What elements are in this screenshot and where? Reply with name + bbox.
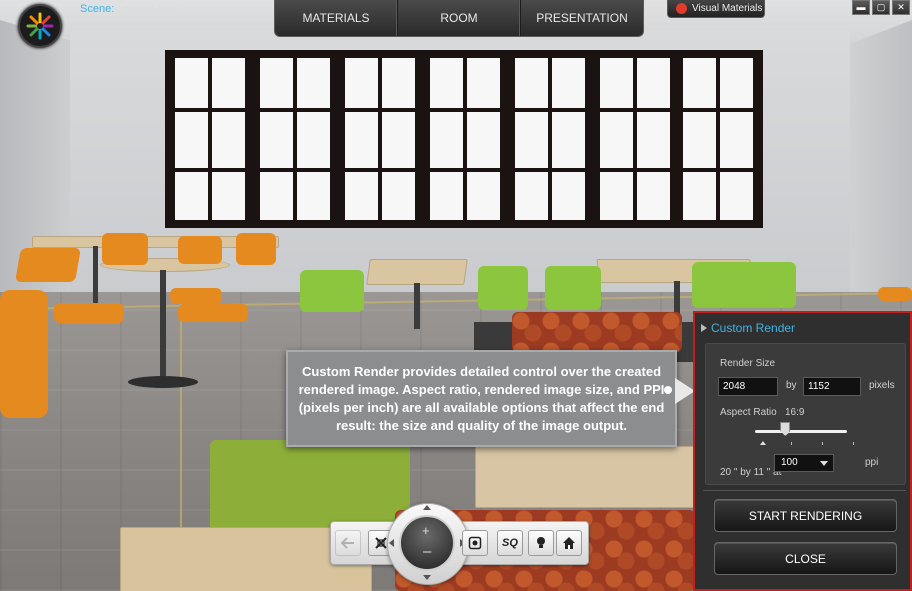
orange-chair bbox=[878, 287, 912, 301]
close-window-icon[interactable]: ✕ bbox=[892, 0, 910, 15]
print-size-text: 20 " by 11 " at bbox=[720, 467, 782, 478]
table bbox=[366, 259, 468, 285]
collapse-triangle-icon[interactable] bbox=[701, 324, 707, 332]
app-logo[interactable] bbox=[18, 4, 62, 48]
orange-chair bbox=[54, 303, 124, 323]
dropdown-caret-icon bbox=[820, 461, 828, 466]
window-pane bbox=[260, 58, 330, 220]
maximize-icon[interactable]: ▢ bbox=[872, 0, 890, 15]
orange-chair bbox=[15, 248, 81, 282]
window-pane bbox=[600, 58, 670, 220]
callout-pointer-dot bbox=[664, 386, 672, 394]
orange-chair bbox=[0, 290, 48, 418]
tab-room[interactable]: ROOM bbox=[398, 0, 521, 36]
panel-divider bbox=[703, 490, 906, 491]
green-chair bbox=[300, 270, 364, 312]
aspect-ratio-slider-track[interactable] bbox=[755, 430, 847, 433]
render-size-label: Render Size bbox=[720, 358, 776, 369]
window-pane bbox=[175, 58, 245, 220]
logo-icon bbox=[26, 12, 54, 40]
help-callout: Custom Render provides detailed control … bbox=[286, 350, 677, 447]
slider-tick bbox=[853, 442, 854, 445]
aspect-ratio-value: 16:9 bbox=[785, 407, 805, 418]
visual-materials-icon bbox=[676, 3, 687, 14]
slider-tick bbox=[822, 442, 823, 445]
main-tab-bar: MATERIALS ROOM PRESENTATION bbox=[274, 0, 644, 37]
table-leg bbox=[160, 270, 166, 382]
zoom-joystick[interactable]: + – bbox=[399, 515, 455, 571]
focus-icon[interactable] bbox=[462, 530, 488, 556]
panel-title: Custom Render bbox=[711, 321, 796, 335]
tab-presentation[interactable]: PRESENTATION bbox=[521, 0, 643, 36]
render-width-input[interactable]: 2048 bbox=[718, 377, 778, 396]
light-bulb-icon[interactable] bbox=[528, 530, 554, 556]
orange-chair bbox=[178, 236, 222, 264]
scene-value: Lounge Area bbox=[117, 3, 180, 15]
green-chair bbox=[478, 266, 528, 310]
aspect-ratio-slider-thumb[interactable] bbox=[780, 422, 791, 436]
back-icon[interactable] bbox=[335, 530, 361, 556]
tab-materials[interactable]: MATERIALS bbox=[275, 0, 398, 36]
green-chair bbox=[692, 262, 796, 308]
table-leg bbox=[93, 246, 98, 306]
orange-chair bbox=[178, 304, 248, 322]
scene-name: Scene: Lounge Area bbox=[80, 3, 180, 15]
coffee-table bbox=[475, 446, 697, 508]
custom-render-panel: Custom Render Render Size 2048 by 1152 p… bbox=[693, 311, 912, 591]
window-pane bbox=[683, 58, 753, 220]
callout-text: Custom Render provides detailed control … bbox=[298, 363, 665, 433]
ppi-value: 100 bbox=[781, 457, 798, 468]
close-button[interactable]: CLOSE bbox=[714, 542, 897, 575]
ppi-label: ppi bbox=[865, 457, 879, 468]
pan-up-icon[interactable] bbox=[423, 505, 431, 510]
zoom-in-icon[interactable]: + bbox=[422, 523, 430, 538]
scene-key: Scene: bbox=[80, 3, 115, 15]
green-chair bbox=[545, 266, 601, 310]
window-wall bbox=[165, 50, 763, 228]
ppi-select[interactable]: 100 bbox=[774, 454, 834, 472]
pan-left-icon[interactable] bbox=[389, 539, 394, 547]
orange-chair bbox=[236, 233, 276, 265]
green-armchair bbox=[210, 440, 410, 532]
start-rendering-button[interactable]: START RENDERING bbox=[714, 499, 897, 532]
zoom-out-icon[interactable]: – bbox=[423, 543, 431, 560]
callout-arrow-icon bbox=[675, 378, 695, 404]
window-pane bbox=[515, 58, 585, 220]
aspect-ratio-label: Aspect Ratio bbox=[720, 407, 777, 418]
minimize-icon[interactable]: ▬ bbox=[852, 0, 870, 15]
window-controls: ▬ ▢ ✕ bbox=[852, 0, 912, 16]
right-wall bbox=[850, 20, 912, 320]
pan-down-icon[interactable] bbox=[423, 575, 431, 580]
quality-sq-button[interactable]: SQ bbox=[497, 530, 523, 556]
visual-materials-label: Visual Materials bbox=[692, 3, 763, 14]
slider-tick bbox=[791, 442, 792, 445]
window-pane bbox=[345, 58, 415, 220]
slider-start-marker-icon bbox=[760, 441, 766, 445]
panel-header[interactable]: Custom Render bbox=[701, 321, 795, 335]
patterned-sofa bbox=[512, 312, 682, 352]
home-icon[interactable] bbox=[556, 530, 582, 556]
pixels-label: pixels bbox=[869, 380, 895, 391]
window-pane bbox=[430, 58, 500, 220]
visual-materials-button[interactable]: Visual Materials bbox=[667, 0, 765, 18]
by-label: by bbox=[786, 380, 797, 391]
table-base bbox=[128, 376, 198, 388]
table-leg bbox=[414, 283, 420, 329]
orange-chair bbox=[170, 288, 222, 304]
render-height-input[interactable]: 1152 bbox=[803, 377, 861, 396]
orange-chair bbox=[102, 233, 148, 265]
